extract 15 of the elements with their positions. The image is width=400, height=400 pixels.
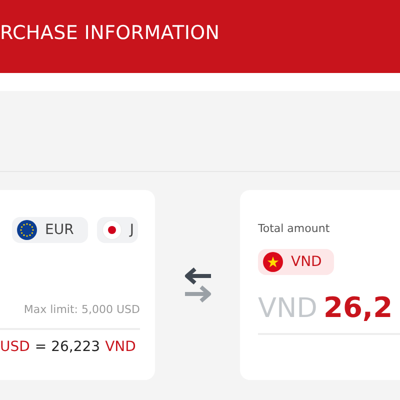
rate-value: = 26,223: [34, 339, 100, 355]
max-limit-text: Max limit: 5,000 USD: [22, 303, 140, 316]
amount-value: 26,2: [323, 291, 393, 324]
page-title: RCHASE INFORMATION: [0, 22, 220, 46]
currency-chip[interactable]: EUR: [12, 217, 88, 243]
currency-code: VND: [105, 339, 136, 355]
total-amount-label: Total amount: [258, 222, 331, 235]
currency-chip[interactable]: J: [96, 217, 138, 243]
flag-icon: [263, 252, 283, 272]
currency-code: USD: [0, 339, 30, 355]
swap-icon[interactable]: [182, 266, 212, 304]
currency-chip[interactable]: VND: [258, 249, 334, 275]
currency-code: VND: [258, 293, 318, 324]
flag-icon: [17, 220, 37, 240]
flag-icon: [102, 220, 122, 240]
